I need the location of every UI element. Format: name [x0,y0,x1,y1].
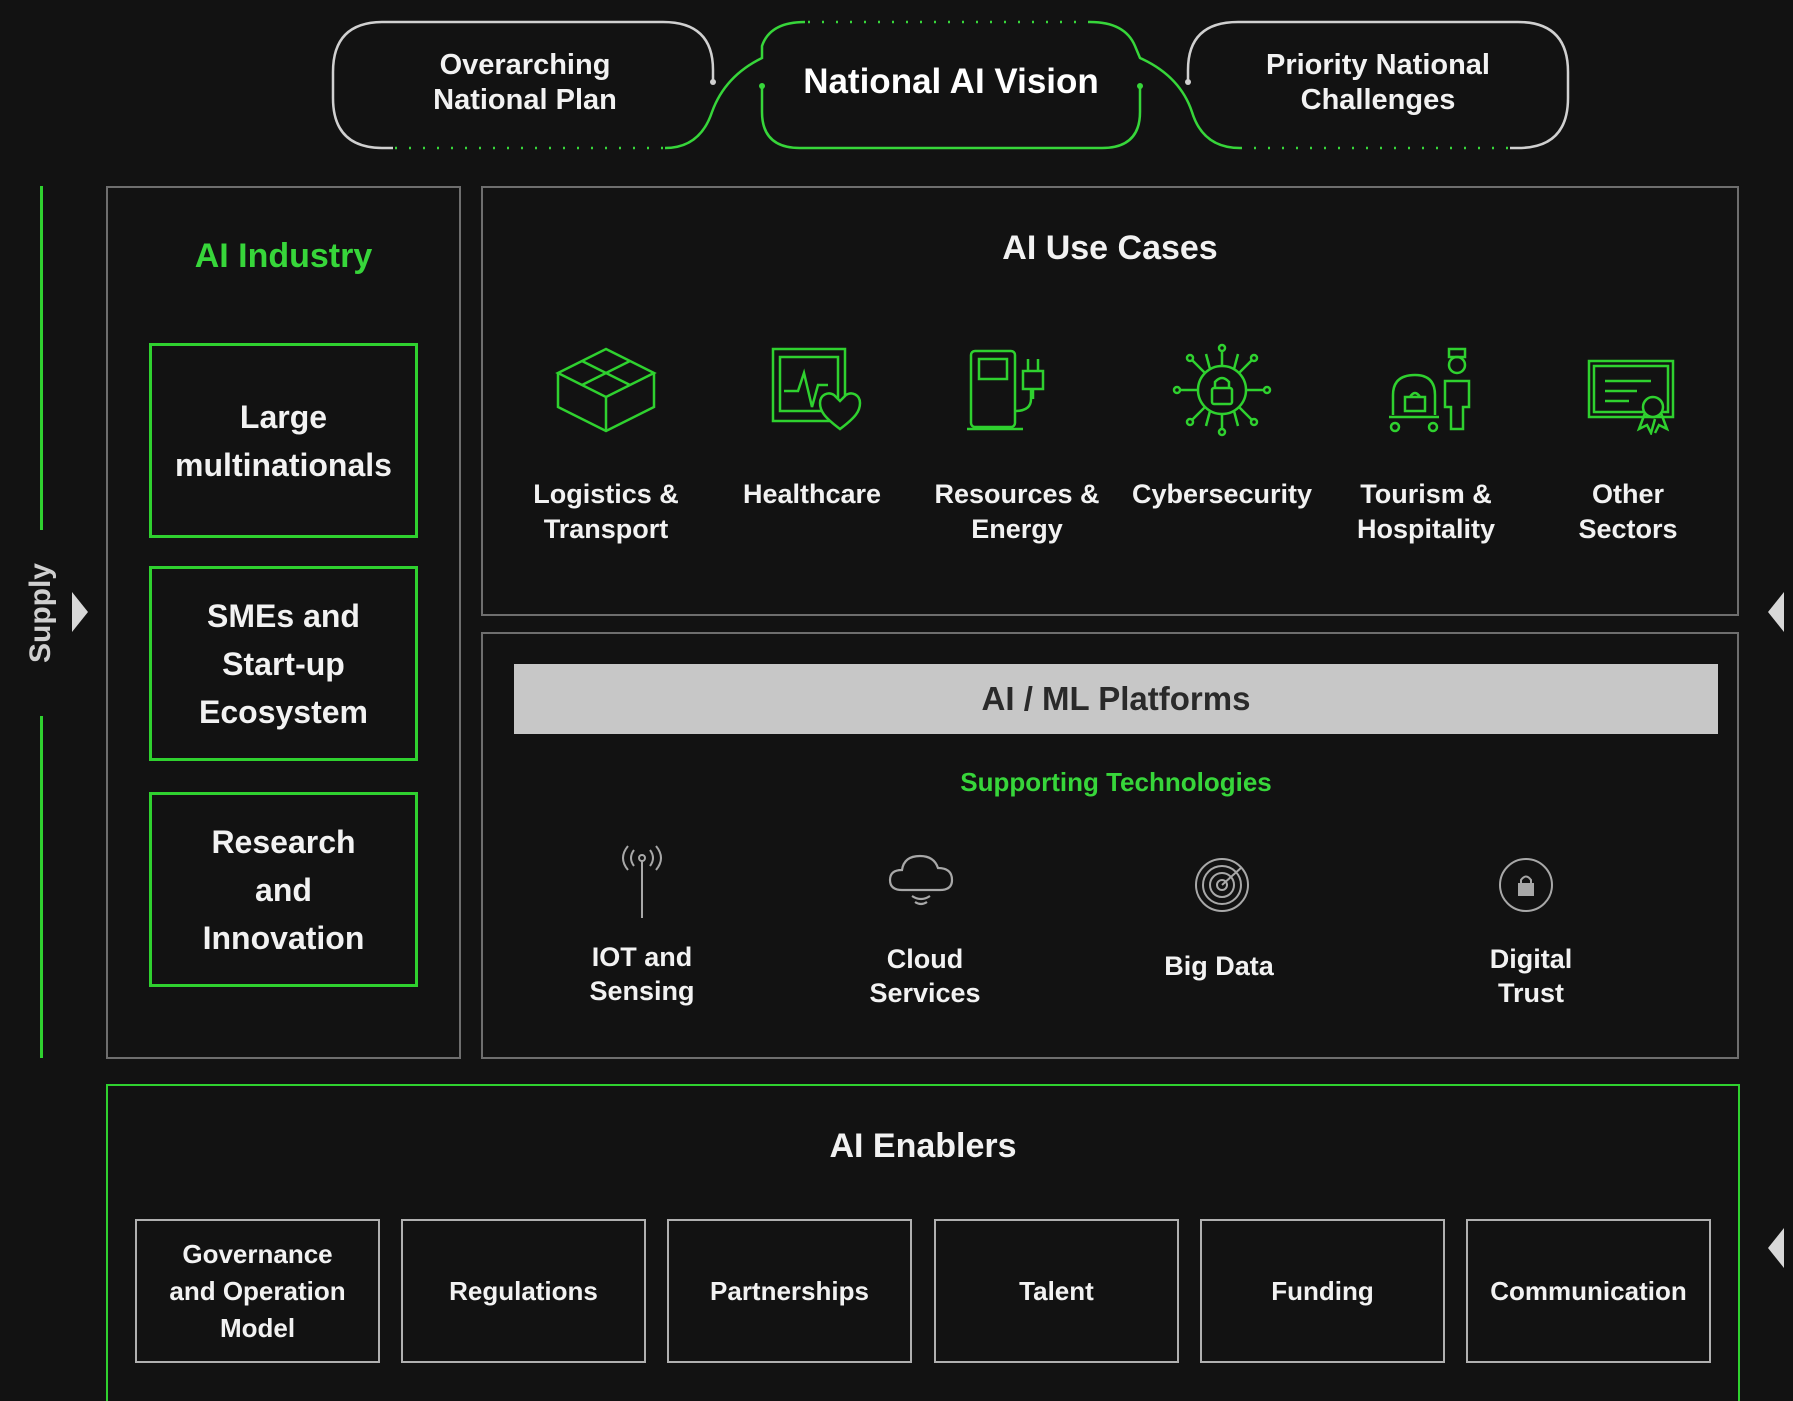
bellhop-luggage-icon [1389,347,1471,433]
industry-item-research: Research and Innovation [149,792,418,987]
radar-icon [1195,858,1249,912]
certificate-icon [1587,359,1675,435]
fuel-pump-icon [967,349,1045,431]
use-case-other: Other Sectors [1578,479,1678,544]
supply-label: Supply [24,562,58,664]
tech-iot-sensing: IOT and Sensing [589,942,695,1006]
right-arrow-icon-top [1768,592,1784,632]
tech-cloud-services: Cloud Services [869,944,981,1008]
circuit-lock-icon [1172,343,1272,437]
use-case-tourism: Tourism & Hospitality [1356,479,1496,544]
tech-digital-trust: Digital Trust [1489,944,1573,1008]
heart-monitor-icon [771,347,862,431]
ai-ml-platforms-bar: AI / ML Platforms [514,664,1718,734]
cloud-icon [888,854,954,906]
enabler-governance: Governance and Operation Model [135,1219,380,1363]
supply-line-bottom [40,716,43,1058]
use-case-resources: Resources & Energy [934,479,1100,544]
overarching-plan-pill: Overarching National Plan [433,49,617,116]
enabler-partnerships: Partnerships [667,1219,912,1363]
use-case-logistics: Logistics & Transport [533,479,679,544]
enabler-communication: Communication [1466,1219,1711,1363]
ai-enablers-title: AI Enablers [829,1126,1017,1165]
supply-arrow-icon [72,592,88,632]
right-arrow-icon-bottom [1768,1228,1784,1268]
enabler-regulations: Regulations [401,1219,646,1363]
national-vision-pill: National AI Vision [803,62,1099,101]
tech-big-data: Big Data [1164,951,1274,981]
use-case-healthcare: Healthcare [742,478,882,509]
lock-icon [1499,858,1553,912]
use-case-cybersecurity: Cybersecurity [1131,478,1313,509]
priority-challenges-pill: Priority National Challenges [1266,49,1490,116]
supply-line-top [40,186,43,530]
box-icon [555,347,657,433]
ai-use-cases-title: AI Use Cases [1002,228,1218,267]
industry-item-smes: SMEs and Start-up Ecosystem [149,566,418,761]
supporting-technologies-title: Supporting Technologies [960,766,1272,797]
ai-industry-title: AI Industry [194,236,373,275]
enabler-funding: Funding [1200,1219,1445,1363]
enabler-talent: Talent [934,1219,1179,1363]
industry-item-large-multinationals: Large multinationals [149,343,418,538]
antenna-icon [622,845,662,918]
